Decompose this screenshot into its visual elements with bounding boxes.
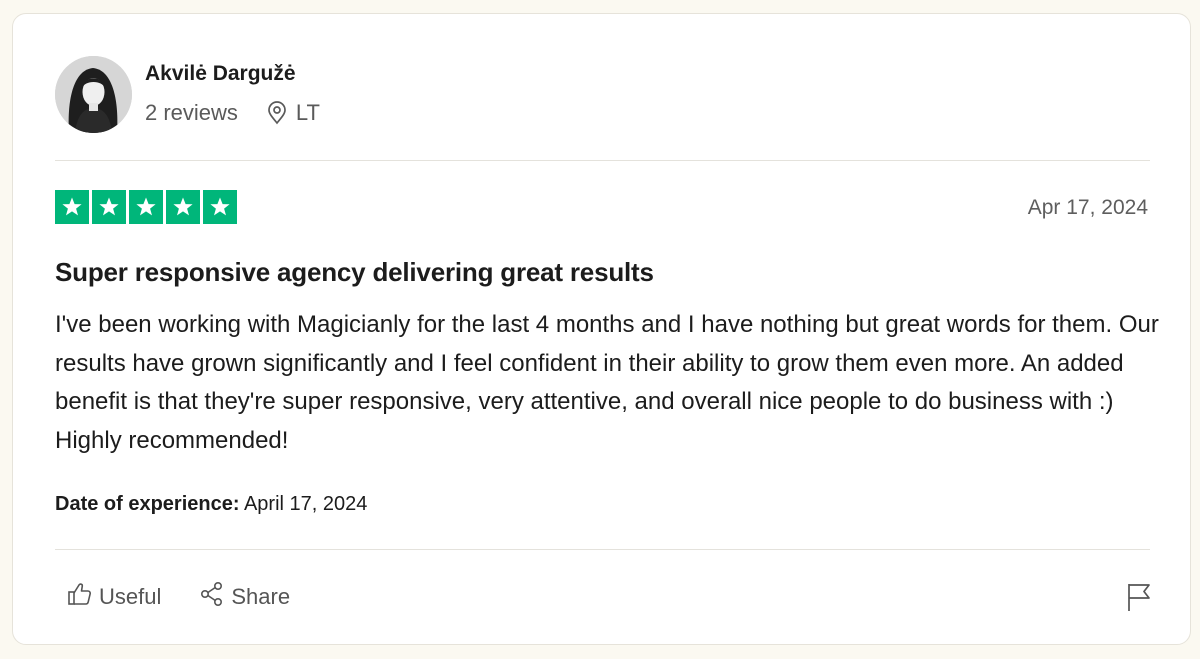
avatar[interactable] xyxy=(55,56,132,133)
flag-icon[interactable] xyxy=(1126,582,1152,617)
review-date: Apr 17, 2024 xyxy=(1027,196,1148,219)
useful-label: Useful xyxy=(99,584,162,609)
share-button[interactable]: Share xyxy=(199,581,290,613)
star-icon xyxy=(92,190,126,224)
useful-button[interactable]: Useful xyxy=(67,582,161,612)
reviewer-country: LT xyxy=(295,100,320,125)
star-icon xyxy=(129,190,163,224)
share-icon xyxy=(199,581,225,613)
date-of-experience: Date of experience: April 17, 2024 xyxy=(55,493,367,516)
review-count: 2 reviews xyxy=(145,100,238,125)
avatar-photo xyxy=(55,56,132,133)
star-icon xyxy=(166,190,200,224)
star-icon xyxy=(203,190,237,224)
review-card: Akvilė Dargužė 2 reviews LT Apr 17, 2024… xyxy=(12,13,1191,645)
review-title[interactable]: Super responsive agency delivering great… xyxy=(55,257,654,288)
share-label: Share xyxy=(231,584,291,609)
map-pin-icon xyxy=(266,101,288,125)
reviewer-meta: 2 reviews LT xyxy=(145,100,320,126)
review-actions: Useful Share xyxy=(67,581,290,613)
reviewer-name[interactable]: Akvilė Dargužė xyxy=(145,62,296,86)
thumbs-up-icon xyxy=(67,582,93,612)
divider xyxy=(55,160,1150,161)
review-body: I've been working with Magicianly for th… xyxy=(55,311,1159,454)
experience-date: April 17, 2024 xyxy=(243,493,368,515)
star-rating xyxy=(55,190,237,224)
divider xyxy=(55,549,1150,550)
star-icon xyxy=(55,190,89,224)
experience-label: Date of experience: xyxy=(55,493,240,515)
